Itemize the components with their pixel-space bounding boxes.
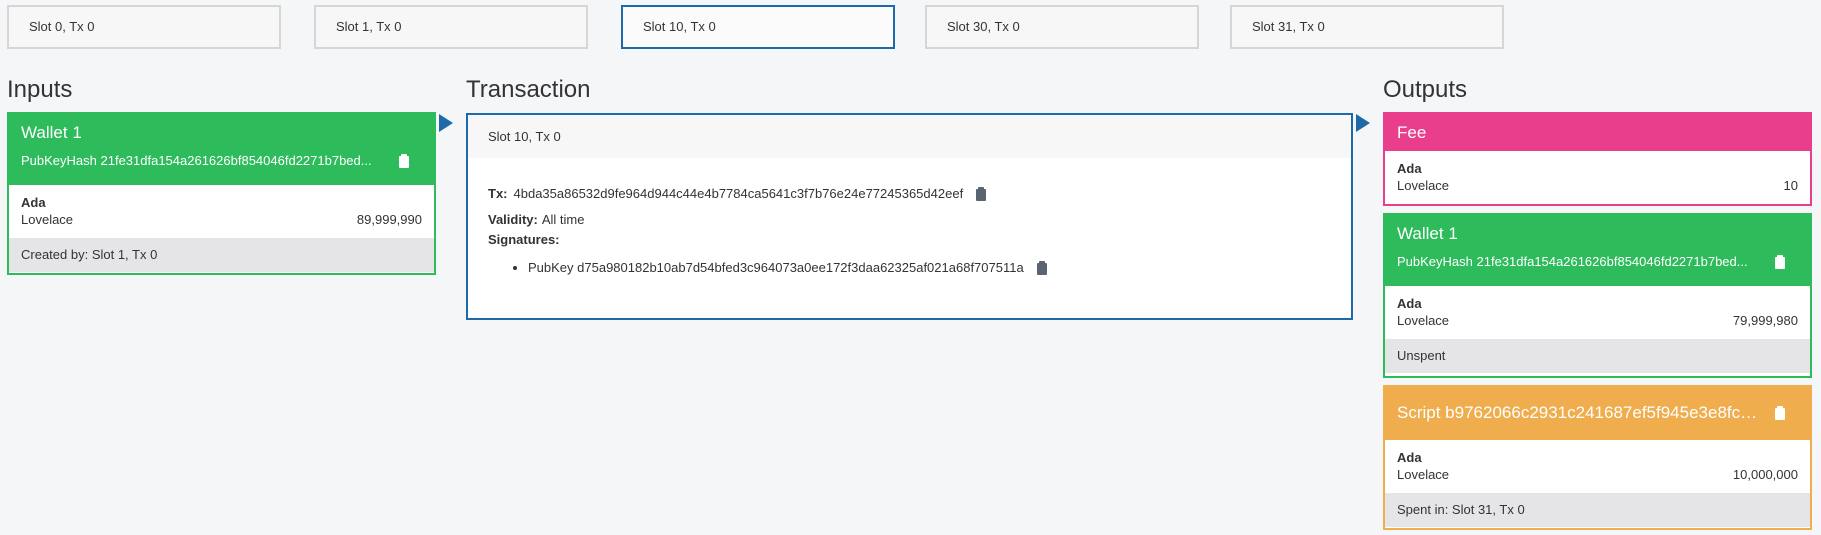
token-row: Lovelace 89,999,990	[21, 211, 422, 229]
input-balance: Ada Lovelace 89,999,990	[9, 185, 434, 238]
token-name: Lovelace	[1397, 467, 1450, 482]
clipboard-icon[interactable]	[1036, 261, 1048, 275]
script-title: Script b9762066c2931c241687ef5f945e3e8fc…	[1397, 403, 1758, 422]
arrow-right-icon	[1356, 114, 1370, 132]
fee-title: Fee	[1397, 123, 1427, 142]
asset-name: Ada	[1397, 450, 1422, 465]
tx-hash: 4bda35a86532d9fe964d944c44e4b7784ca5641c…	[513, 186, 964, 201]
signatures-label: Signatures:	[488, 232, 560, 247]
signature-item: PubKey d75a980182b10ab7d54bfed3c964073a0…	[528, 258, 1331, 278]
slot-button-31[interactable]: Slot 31, Tx 0	[1230, 5, 1504, 49]
output-pubkeyhash-text: PubKeyHash 21fe31dfa154a261626bf854046fd…	[1397, 254, 1748, 269]
script-spent-in[interactable]: Spent in: Slot 31, Tx 0	[1385, 493, 1810, 527]
input-card-wallet-1: Wallet 1 PubKeyHash 21fe31dfa154a261626b…	[7, 112, 436, 275]
token-row: Lovelace 10	[1397, 177, 1798, 195]
output-wallet-balance: Ada Lovelace 79,999,980	[1385, 286, 1810, 339]
transaction-heading: Transaction	[466, 76, 591, 103]
input-wallet-title: Wallet 1	[21, 123, 82, 142]
fee-header: Fee	[1385, 114, 1810, 151]
fee-balance: Ada Lovelace 10	[1385, 151, 1810, 204]
asset-name: Ada	[1397, 161, 1422, 176]
slot-button-0[interactable]: Slot 0, Tx 0	[7, 5, 281, 49]
output-wallet-status: Unspent	[1385, 339, 1810, 373]
input-card-header: Wallet 1 PubKeyHash 21fe31dfa154a261626b…	[9, 114, 434, 185]
outputs-heading: Outputs	[1383, 76, 1468, 103]
slot-button-1[interactable]: Slot 1, Tx 0	[314, 5, 588, 49]
token-name: Lovelace	[1397, 313, 1450, 328]
output-card-wallet-1: Wallet 1 PubKeyHash 21fe31dfa154a261626b…	[1383, 213, 1812, 378]
script-header: Script b9762066c2931c241687ef5f945e3e8fc…	[1385, 387, 1810, 440]
output-pubkeyhash: PubKeyHash 21fe31dfa154a261626bf854046fd…	[1397, 253, 1798, 271]
arrow-right-icon	[439, 114, 453, 132]
slot-button-10[interactable]: Slot 10, Tx 0	[621, 5, 895, 49]
script-title-row: Script b9762066c2931c241687ef5f945e3e8fc…	[1397, 402, 1798, 424]
input-pubkeyhash-text: PubKeyHash 21fe31dfa154a261626bf854046fd…	[21, 153, 372, 168]
token-amount: 79,999,980	[1732, 313, 1798, 328]
token-amount: 10	[1783, 178, 1798, 193]
signatures-line: Signatures:	[488, 230, 1331, 250]
clipboard-icon[interactable]	[398, 154, 410, 168]
transaction-header: Slot 10, Tx 0	[468, 115, 1351, 158]
signature-pubkey: PubKey d75a980182b10ab7d54bfed3c964073a0…	[528, 260, 1024, 275]
clipboard-icon[interactable]	[1774, 255, 1786, 269]
output-wallet-title: Wallet 1	[1397, 224, 1458, 243]
token-row: Lovelace 10,000,000	[1397, 466, 1798, 484]
output-wallet-header: Wallet 1 PubKeyHash 21fe31dfa154a261626b…	[1385, 215, 1810, 286]
token-name: Lovelace	[1397, 178, 1450, 193]
signatures-list: PubKey d75a980182b10ab7d54bfed3c964073a0…	[488, 258, 1331, 278]
transaction-body: Tx: 4bda35a86532d9fe964d944c44e4b7784ca5…	[468, 158, 1351, 278]
asset-name: Ada	[21, 195, 46, 210]
script-balance: Ada Lovelace 10,000,000	[1385, 440, 1810, 493]
validity-value: All time	[541, 212, 585, 227]
validity-label: Validity:	[488, 212, 538, 227]
token-row: Lovelace 79,999,980	[1397, 312, 1798, 330]
tx-label: Tx:	[488, 186, 508, 201]
tx-hash-line: Tx: 4bda35a86532d9fe964d944c44e4b7784ca5…	[488, 184, 1331, 204]
asset-name: Ada	[1397, 296, 1422, 311]
output-card-script: Script b9762066c2931c241687ef5f945e3e8fc…	[1383, 385, 1812, 530]
token-amount: 89,999,990	[356, 212, 422, 227]
input-pubkeyhash: PubKeyHash 21fe31dfa154a261626bf854046fd…	[21, 152, 422, 170]
clipboard-icon[interactable]	[975, 187, 987, 201]
validity-line: Validity: All time	[488, 210, 1331, 230]
transaction-card: Slot 10, Tx 0 Tx: 4bda35a86532d9fe964d94…	[466, 113, 1353, 320]
slot-button-30[interactable]: Slot 30, Tx 0	[925, 5, 1199, 49]
clipboard-icon[interactable]	[1774, 406, 1786, 420]
input-created-by[interactable]: Created by: Slot 1, Tx 0	[9, 238, 434, 272]
output-card-fee: Fee Ada Lovelace 10	[1383, 112, 1812, 206]
inputs-heading: Inputs	[7, 76, 73, 103]
token-name: Lovelace	[21, 212, 74, 227]
token-amount: 10,000,000	[1732, 467, 1798, 482]
